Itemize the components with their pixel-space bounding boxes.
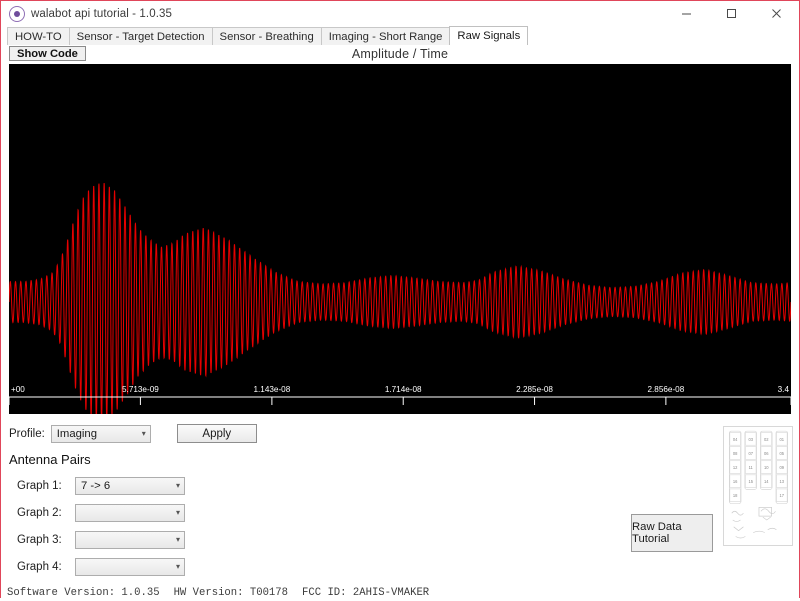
antenna-cell-label: 13 — [780, 479, 785, 484]
graph-4-select-wrapper: ▾ — [75, 558, 185, 576]
graph-1-select-wrapper: 7 -> 6 ▾ — [75, 477, 185, 495]
window-title: walabot api tutorial - 1.0.35 — [31, 8, 172, 20]
amplitude-time-graph: +00 5.713e-09 1.143e-08 1.714e-08 2.285e-08 2… — [9, 64, 791, 414]
walabot-logo-icon — [9, 6, 25, 22]
signal-trace — [9, 183, 791, 414]
x-axis-tick-label: +00 — [11, 385, 25, 394]
antenna-diagram-svg: 04 08 12 16 18 03 07 11 15 02 06 10 14 01 05 09 13 17 — [724, 427, 792, 545]
fcc-id-text: FCC ID: 2AHIS-VMAKER — [302, 587, 429, 599]
antenna-cell-label: 17 — [780, 493, 785, 498]
antenna-cell-label: 07 — [748, 451, 753, 456]
board-schematic-mark — [761, 509, 776, 514]
antenna-cell-label: 11 — [749, 465, 754, 470]
antenna-cell-label: 06 — [764, 451, 769, 456]
graph-2-select-wrapper: ▾ — [75, 504, 185, 522]
title-bar: walabot api tutorial - 1.0.35 — [1, 1, 799, 26]
graph-4-select[interactable] — [75, 558, 185, 576]
raw-signal-plot: +00 5.713e-09 1.143e-08 1.714e-08 2.285e-08 2… — [9, 64, 791, 414]
graph-4-row: Graph 4: ▾ — [9, 558, 799, 576]
right-panel: 04 08 12 16 18 03 07 11 15 02 06 10 14 01 05 09 13 17 Raw… — [631, 426, 793, 558]
tab-sensor-target-detection[interactable]: Sensor - Target Detection — [69, 27, 213, 45]
graph-1-label: Graph 1: — [17, 480, 69, 492]
board-schematic-mark — [733, 520, 741, 521]
graph-2-label: Graph 2: — [17, 507, 69, 519]
application-window: walabot api tutorial - 1.0.35 HOW-TO Sen… — [0, 0, 800, 598]
antenna-cell-label: 15 — [748, 479, 753, 484]
tab-raw-signals[interactable]: Raw Signals — [449, 26, 528, 45]
graph-3-select[interactable] — [75, 531, 185, 549]
antenna-cell-label: 12 — [733, 465, 738, 470]
board-schematic-mark — [736, 537, 746, 538]
tab-how-to[interactable]: HOW-TO — [7, 27, 70, 45]
antenna-cell-label: 02 — [764, 437, 769, 442]
tab-imaging-short-range[interactable]: Imaging - Short Range — [321, 27, 451, 45]
antenna-cell-label: 01 — [780, 437, 785, 442]
graph-1-select[interactable]: 7 -> 6 — [75, 477, 185, 495]
tab-sensor-breathing[interactable]: Sensor - Breathing — [212, 27, 322, 45]
raw-data-tutorial-button[interactable]: Raw Data Tutorial — [631, 514, 713, 552]
x-axis-tick-label: 2.856e-08 — [647, 385, 684, 394]
hw-version-text: HW Version: T00178 — [174, 587, 288, 599]
profile-select[interactable]: Imaging — [51, 425, 151, 443]
antenna-cell-label: 16 — [733, 479, 738, 484]
x-axis-tick-label: 1.143e-08 — [254, 385, 291, 394]
antenna-cell-label: 18 — [733, 493, 738, 498]
maximize-icon[interactable] — [709, 1, 754, 26]
controls-panel: Profile: Imaging ▾ Apply Antenna Pairs G… — [1, 414, 799, 585]
x-axis-tick-label: 1.714e-08 — [385, 385, 422, 394]
profile-select-wrapper: Imaging ▾ — [51, 425, 151, 443]
status-bar: Software Version: 1.0.35 HW Version: T00… — [1, 585, 799, 601]
graph-3-label: Graph 3: — [17, 534, 69, 546]
chart-title: Amplitude / Time — [1, 47, 799, 61]
board-schematic-mark — [763, 517, 771, 520]
antenna-cell-label: 14 — [764, 479, 769, 484]
software-version-text: Software Version: 1.0.35 — [7, 587, 160, 599]
minimize-icon[interactable] — [664, 1, 709, 26]
x-axis-tick-label: 3.4 — [778, 385, 790, 394]
x-axis-tick-label: 5.713e-09 — [122, 385, 159, 394]
antenna-cell-label: 05 — [780, 451, 785, 456]
board-schematic-mark — [734, 527, 744, 531]
chart-header: Show Code Amplitude / Time — [1, 46, 799, 64]
antenna-cell-label: 03 — [748, 437, 753, 442]
profile-label: Profile: — [9, 428, 45, 440]
board-schematic-mark — [753, 531, 765, 532]
graph-3-select-wrapper: ▾ — [75, 531, 185, 549]
window-controls — [664, 1, 799, 26]
apply-button[interactable]: Apply — [177, 424, 257, 443]
walabot-antenna-layout-diagram: 04 08 12 16 18 03 07 11 15 02 06 10 14 01 05 09 13 17 — [723, 426, 793, 546]
antenna-cell-label: 04 — [733, 437, 738, 442]
board-schematic-mark — [732, 511, 744, 515]
antenna-cell-label: 10 — [764, 465, 769, 470]
tab-bar: HOW-TO Sensor - Target Detection Sensor … — [1, 26, 799, 46]
antenna-cell-label: 09 — [780, 465, 785, 470]
graph-4-label: Graph 4: — [17, 561, 69, 573]
antenna-cell-label: 08 — [733, 451, 738, 456]
close-icon[interactable] — [754, 1, 799, 26]
board-schematic-mark — [768, 528, 777, 529]
graph-2-select[interactable] — [75, 504, 185, 522]
x-axis-tick-label: 2.285e-08 — [516, 385, 553, 394]
